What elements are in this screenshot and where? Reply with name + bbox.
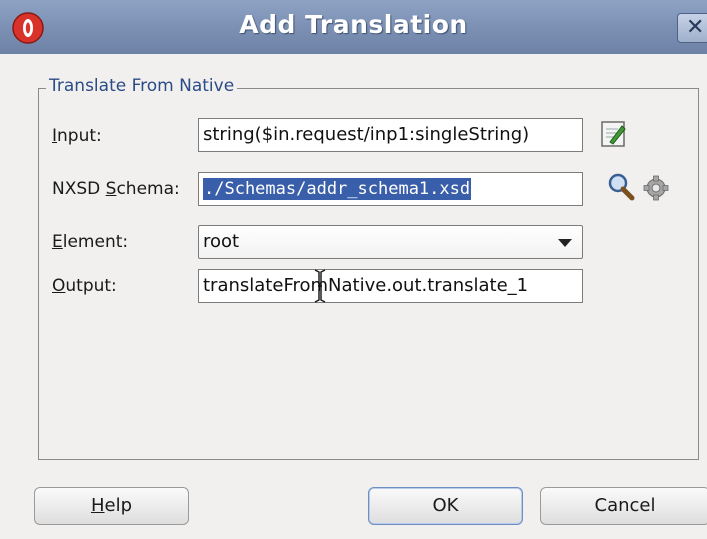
text-cursor-icon (314, 269, 326, 303)
chevron-down-icon (558, 239, 572, 247)
selected-text: ./Schemas/addr_schema1.xsd (203, 178, 472, 200)
output-field[interactable]: translateFromNative.out.translate_1 (198, 269, 583, 303)
input-field[interactable]: string($in.request/inp1:singleString) (198, 118, 583, 152)
element-dropdown[interactable]: root (198, 225, 583, 259)
cancel-button[interactable]: Cancel (540, 487, 707, 525)
edit-expression-icon[interactable] (600, 120, 628, 148)
schema-label: NXSD Schema: (52, 179, 180, 199)
dialog-title: Add Translation (239, 10, 468, 39)
group-legend: Translate From Native (46, 76, 238, 96)
search-icon[interactable] (606, 172, 636, 202)
close-button[interactable]: ✕ (677, 13, 707, 43)
close-icon: ✕ (686, 15, 705, 40)
schema-field[interactable]: ./Schemas/addr_schema1.xsd (198, 172, 583, 206)
gear-icon[interactable] (642, 174, 670, 202)
add-translation-dialog: Add Translation ✕ Translate From Native … (0, 0, 707, 539)
title-bar[interactable]: Add Translation ✕ (0, 0, 707, 54)
input-label: Input: (52, 126, 102, 146)
help-button[interactable]: Help (34, 487, 189, 525)
element-label: Element: (52, 232, 129, 252)
ok-button[interactable]: OK (368, 487, 523, 525)
output-label: Output: (52, 276, 117, 296)
